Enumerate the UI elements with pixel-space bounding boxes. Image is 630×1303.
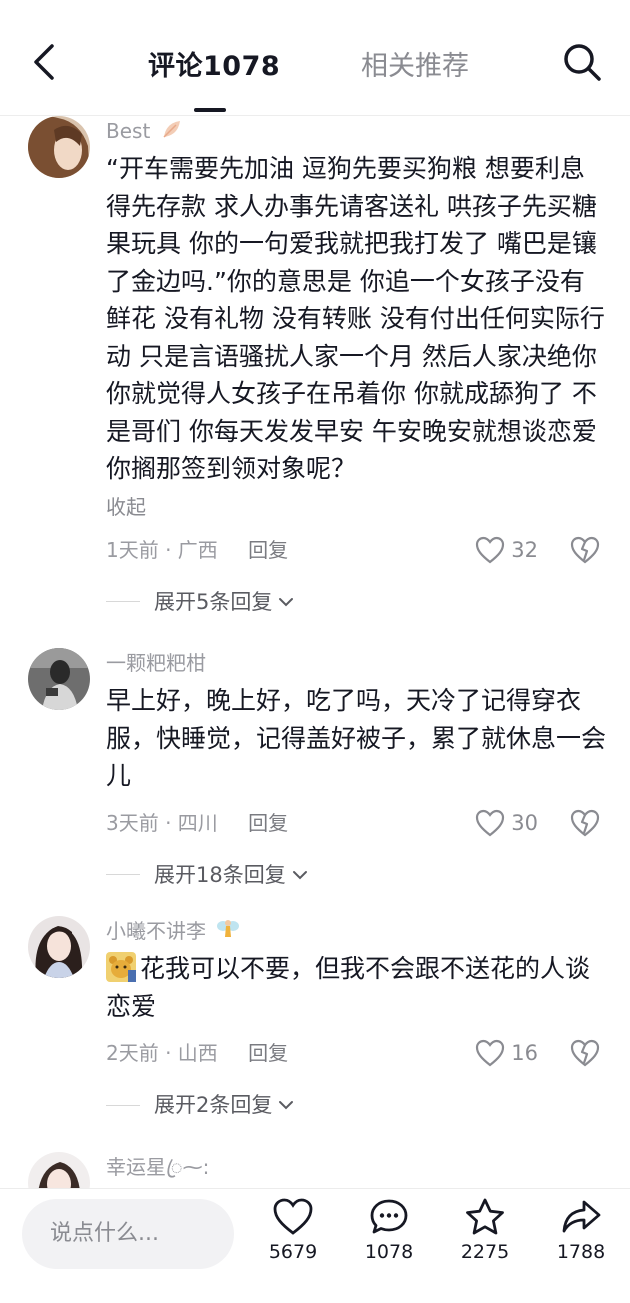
bottom-action-bar: 说点什么... 5679 1078 2275 1788 bbox=[0, 1188, 630, 1303]
comment-list[interactable]: Best “开车需要先加油 逗狗先要买狗粮 想要利息得先存款 求人办事先请客送礼… bbox=[0, 116, 630, 1188]
bear-sticker-icon bbox=[106, 952, 136, 982]
active-tab-indicator bbox=[194, 108, 226, 112]
divider bbox=[106, 601, 140, 602]
comment-button[interactable]: 1078 bbox=[349, 1197, 429, 1277]
leaf-emoji-icon bbox=[160, 117, 184, 149]
comment-meta: 2天前 · 山西 回复 16 bbox=[106, 1033, 606, 1073]
broken-heart-icon bbox=[570, 809, 600, 836]
tab-related[interactable]: 相关推荐 bbox=[361, 44, 469, 83]
favorite-count: 2275 bbox=[460, 1241, 510, 1263]
avatar[interactable] bbox=[28, 116, 90, 178]
chevron-down-icon bbox=[279, 1101, 294, 1110]
chevron-down-icon bbox=[279, 597, 294, 606]
like-button[interactable]: 30 bbox=[475, 803, 538, 843]
avatar[interactable] bbox=[28, 648, 90, 710]
divider bbox=[106, 1104, 140, 1106]
share-button[interactable]: 1788 bbox=[541, 1197, 621, 1277]
like-video-button[interactable]: 5679 bbox=[253, 1197, 333, 1277]
heart-icon bbox=[476, 1039, 505, 1067]
comment-count: 1078 bbox=[364, 1241, 414, 1263]
dislike-button[interactable] bbox=[570, 809, 600, 837]
comment-input[interactable]: 说点什么... bbox=[22, 1199, 234, 1269]
search-icon bbox=[564, 44, 601, 81]
favorite-button[interactable]: 2275 bbox=[445, 1197, 525, 1277]
comment-body: 幸运星ꦿ⁓: bbox=[106, 1152, 606, 1182]
reply-button[interactable]: 回复 bbox=[248, 811, 288, 835]
broken-heart-icon bbox=[570, 536, 600, 563]
comment-body: 一颗粑粑柑 早上好，晚上好，吃了吗，天冷了记得穿衣服，快睡觉，记得盖好被子，累了… bbox=[106, 648, 606, 895]
share-count: 1788 bbox=[556, 1241, 606, 1263]
avatar[interactable] bbox=[28, 916, 90, 978]
expand-replies-button[interactable]: 展开2条回复 bbox=[106, 1085, 606, 1125]
expand-replies-button[interactable]: 展开18条回复 bbox=[106, 855, 606, 895]
comment-bubble-icon bbox=[370, 1199, 408, 1234]
comment-time-location: 2天前 · 山西 bbox=[106, 1041, 218, 1065]
comment-body: 小曦不讲李 花我可以不要，但我不会跟不送花的人谈恋爱 2天前 · 山西 回复 1… bbox=[106, 916, 606, 1125]
comment-time-location: 3天前 · 四川 bbox=[106, 810, 218, 835]
broken-heart-icon bbox=[570, 1039, 600, 1067]
dislike-button[interactable] bbox=[570, 1039, 600, 1067]
comment-meta: 3天前 · 四川 回复 30 bbox=[106, 803, 606, 843]
heart-icon bbox=[476, 536, 505, 563]
expand-replies-button[interactable]: 展开5条回复 bbox=[106, 582, 606, 622]
dislike-button[interactable] bbox=[570, 536, 600, 564]
star-icon bbox=[466, 1198, 504, 1235]
top-bar: 评论1078 相关推荐 bbox=[0, 0, 630, 116]
like-button[interactable]: 16 bbox=[475, 1033, 538, 1073]
like-count: 32 bbox=[511, 537, 538, 562]
comment-text: 早上好，晚上好，吃了吗，天冷了记得穿衣服，快睡觉，记得盖好被子，累了就休息一会儿 bbox=[106, 686, 607, 790]
like-count: 16 bbox=[511, 1041, 538, 1065]
divider bbox=[106, 874, 140, 875]
search-button[interactable] bbox=[560, 40, 604, 84]
heart-icon bbox=[476, 809, 505, 836]
like-count: 30 bbox=[511, 810, 538, 835]
comment-meta: 1天前 · 广西 回复 32 bbox=[106, 530, 606, 570]
comment-time-location: 1天前 · 广西 bbox=[106, 537, 218, 562]
like-button[interactable]: 32 bbox=[475, 530, 538, 570]
reply-button[interactable]: 回复 bbox=[248, 538, 288, 562]
chevron-down-icon bbox=[292, 870, 307, 879]
chevron-left-icon bbox=[34, 44, 54, 80]
like-count: 5679 bbox=[268, 1241, 318, 1263]
comment-text: 花我可以不要，但我不会跟不送花的人谈恋爱 bbox=[106, 952, 591, 1021]
avatar[interactable] bbox=[28, 1152, 90, 1188]
comment-body: Best “开车需要先加油 逗狗先要买狗粮 想要利息得先存款 求人办事先请客送礼… bbox=[106, 116, 606, 622]
share-arrow-icon bbox=[562, 1200, 601, 1233]
collapse-button[interactable]: 收起 bbox=[106, 492, 606, 522]
reply-button[interactable]: 回复 bbox=[248, 1041, 288, 1065]
tab-comments[interactable]: 评论1078 bbox=[148, 44, 280, 83]
back-button[interactable] bbox=[26, 40, 66, 84]
comment-username[interactable]: 一颗粑粑柑 bbox=[106, 648, 606, 678]
comment-text: “开车需要先加油 逗狗先要买狗粮 想要利息得先存款 求人办事先请客送礼 哄孩子先… bbox=[106, 154, 605, 483]
comment-username[interactable]: 幸运星ꦿ⁓: bbox=[106, 1152, 606, 1182]
fairy-emoji-icon bbox=[215, 917, 241, 949]
comment-username[interactable]: Best bbox=[106, 116, 606, 146]
comment-username[interactable]: 小曦不讲李 bbox=[106, 916, 606, 946]
heart-icon bbox=[273, 1198, 313, 1235]
